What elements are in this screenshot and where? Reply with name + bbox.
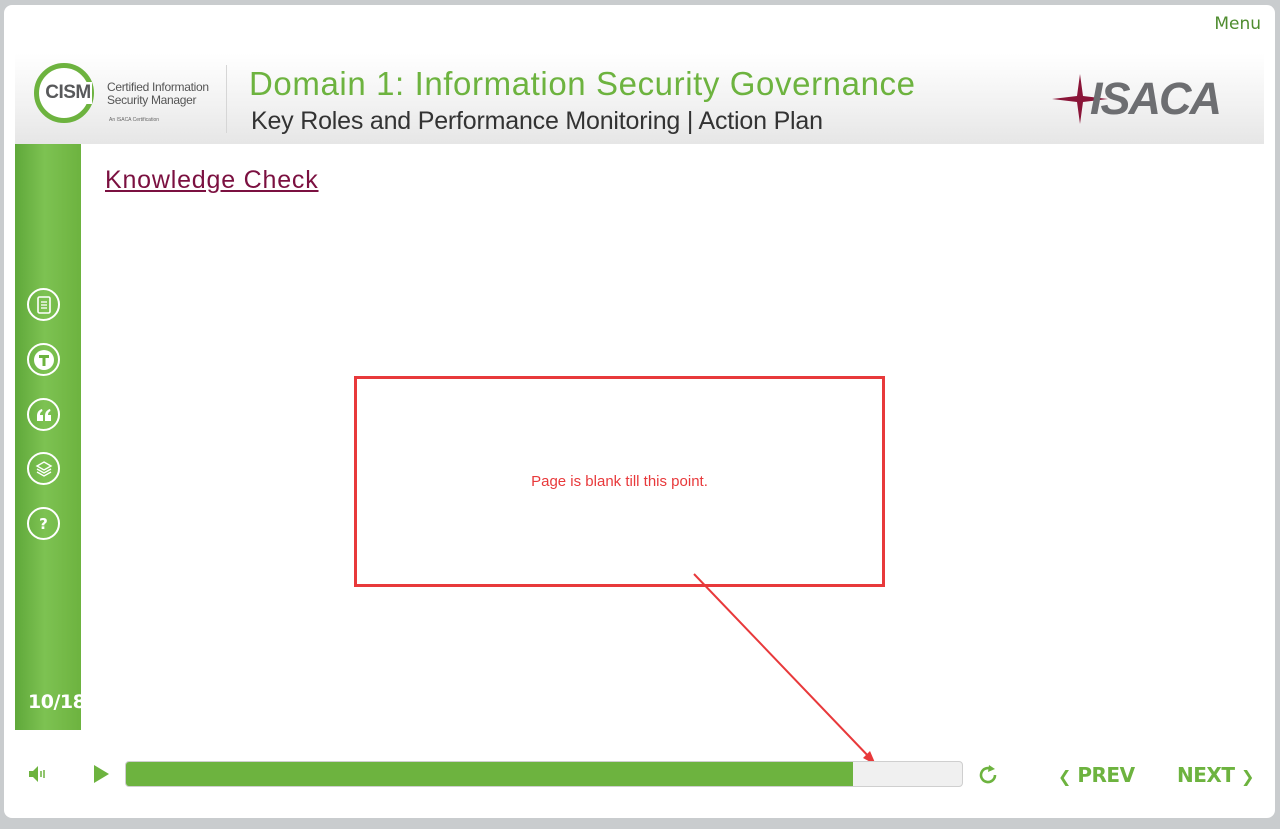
- course-header: CISM Certified Information Security Mana…: [15, 53, 1264, 144]
- cism-logo-line2: Security Manager: [107, 93, 197, 107]
- page-heading: Knowledge Check: [105, 166, 319, 194]
- next-button[interactable]: NEXT ❯: [1177, 763, 1254, 787]
- isaca-logo-text: ISACA: [1090, 73, 1222, 124]
- play-icon[interactable]: [91, 763, 111, 790]
- annotation-text: Page is blank till this point.: [531, 473, 708, 490]
- cism-logo-badge: CISM: [34, 63, 94, 123]
- next-label: NEXT: [1177, 763, 1235, 787]
- text-icon[interactable]: [27, 343, 60, 376]
- prev-button[interactable]: ❮ PREV: [1058, 763, 1135, 787]
- layers-icon[interactable]: [27, 452, 60, 485]
- progress-fill: [126, 762, 854, 786]
- cism-logo-sub: An ISACA Certification: [109, 117, 160, 123]
- menu-link[interactable]: Menu: [1214, 14, 1261, 34]
- cism-logo-caption: Certified Information Security Manager: [107, 81, 209, 107]
- cism-logo-text: CISM: [44, 82, 92, 104]
- lesson-subtitle: Key Roles and Performance Monitoring | A…: [251, 107, 823, 135]
- quote-icon[interactable]: [27, 398, 60, 431]
- chevron-left-icon: ❮: [1058, 767, 1071, 786]
- replay-icon[interactable]: [975, 762, 1001, 793]
- chevron-right-icon: ❯: [1240, 767, 1254, 786]
- help-icon[interactable]: ?: [27, 507, 60, 540]
- player-controls: ❮ PREV NEXT ❯: [15, 744, 1264, 804]
- prev-label: PREV: [1077, 763, 1135, 787]
- domain-title: Domain 1: Information Security Governanc…: [249, 65, 916, 102]
- page-counter: 10/18: [28, 691, 86, 713]
- annotation-box: Page is blank till this point.: [354, 376, 885, 587]
- sidebar: ? 10/18: [15, 144, 86, 730]
- header-divider: [226, 65, 227, 133]
- progress-bar[interactable]: [125, 761, 963, 787]
- volume-icon[interactable]: [27, 763, 49, 790]
- isaca-logo: ISACA: [1050, 69, 1230, 129]
- transcript-icon[interactable]: [27, 288, 60, 321]
